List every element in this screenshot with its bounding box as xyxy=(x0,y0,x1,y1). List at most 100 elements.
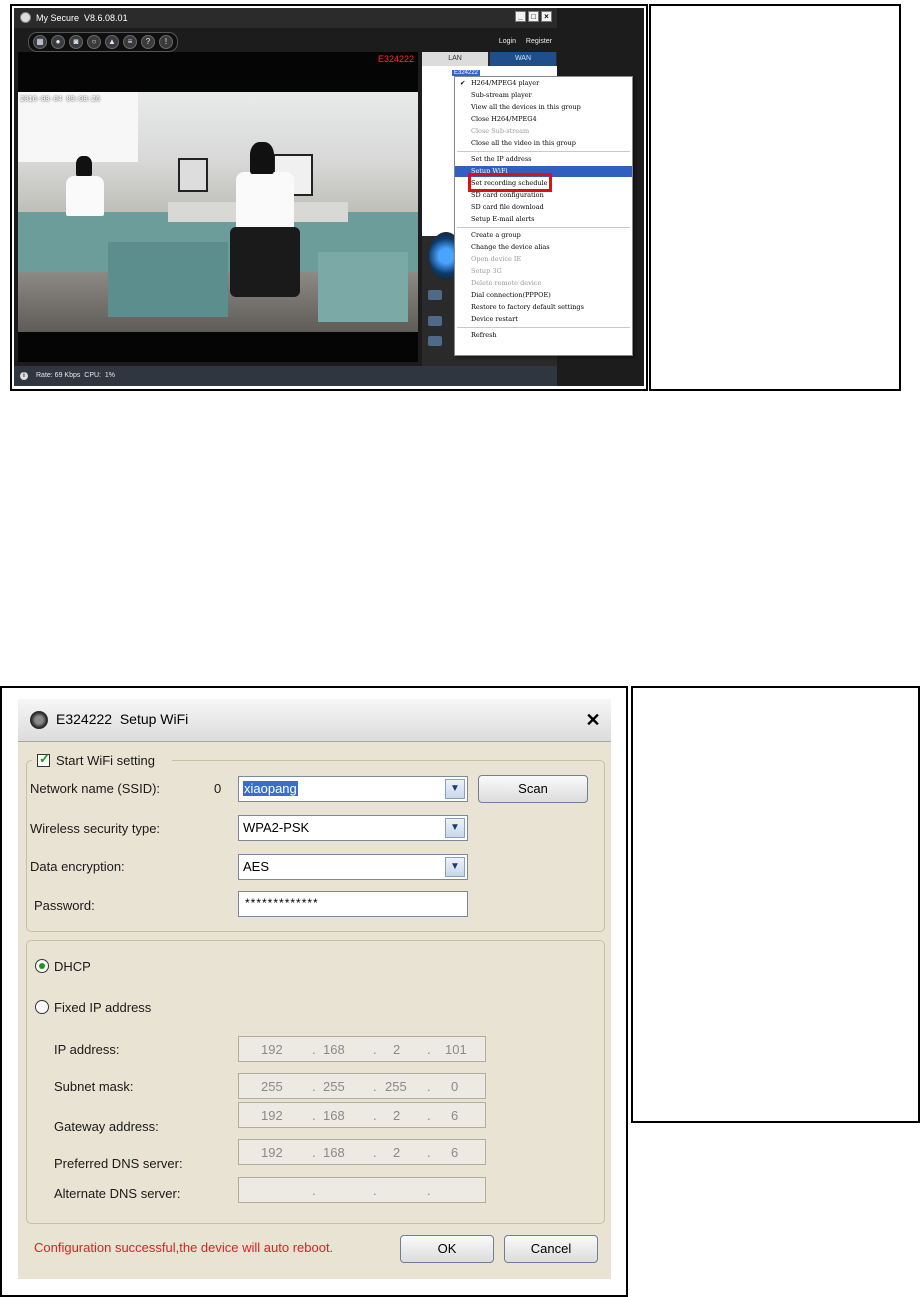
menu-item-label: H264/MPEG4 player xyxy=(471,79,540,87)
ip-octet-4: 101 xyxy=(445,1042,467,1057)
layout-icon[interactable]: ▦ xyxy=(33,35,47,49)
security-type-select[interactable]: WPA2-PSK ▼ xyxy=(238,815,468,841)
ip-octet-2: 168 xyxy=(323,1042,345,1057)
ip-address-field[interactable]: 192. 168. 2. 101 xyxy=(238,1036,486,1062)
dhcp-radio[interactable] xyxy=(35,959,49,973)
pref-dns-octet-2: 168 xyxy=(323,1145,345,1160)
menu-item[interactable]: ✔ H264/MPEG4 player xyxy=(455,78,632,89)
device-id-label: E324222 xyxy=(378,54,415,64)
menu-item: Delete remote device xyxy=(455,278,632,289)
app-title: My Secure xyxy=(36,13,80,23)
menu-item: Close Sub-stream xyxy=(455,126,632,137)
menu-item: Open device IE xyxy=(455,254,632,265)
cancel-button[interactable]: Cancel xyxy=(504,1235,598,1263)
menu-item[interactable]: Change the device alias xyxy=(455,242,632,253)
annotation-highlight xyxy=(468,173,552,192)
lock-icon[interactable]: ▲ xyxy=(105,35,119,49)
app-version: V8.6.08.01 xyxy=(84,13,128,23)
ok-button[interactable]: OK xyxy=(400,1235,494,1263)
menu-item[interactable]: Sub-stream player xyxy=(455,90,632,101)
tab-lan[interactable]: LAN xyxy=(422,52,488,66)
ssid-combo[interactable]: xiaopang ▼ xyxy=(238,776,468,802)
status-info-icon: i xyxy=(20,372,28,380)
menu-item[interactable]: Restore to factory default settings xyxy=(455,302,632,313)
gateway-octet-3: 2 xyxy=(393,1108,401,1123)
camera-feed-image: 2016-08-04 09:08:26 xyxy=(18,92,418,332)
close-icon[interactable]: ✕ xyxy=(583,711,603,731)
search-icon[interactable]: ○ xyxy=(87,35,101,49)
record-icon[interactable]: ● xyxy=(51,35,65,49)
gateway-octet-4: 6 xyxy=(451,1108,459,1123)
scan-button[interactable]: Scan xyxy=(478,775,588,803)
gateway-label: Gateway address: xyxy=(54,1119,159,1134)
subnet-octet-2: 255 xyxy=(323,1079,345,1094)
password-field[interactable]: ************* xyxy=(238,891,468,917)
subnet-octet-3: 255 xyxy=(385,1079,407,1094)
cabinet-right xyxy=(318,252,408,322)
help-icon[interactable]: ? xyxy=(141,35,155,49)
pref-dns-octet-1: 192 xyxy=(261,1145,283,1160)
pref-dns-octet-3: 2 xyxy=(393,1145,401,1160)
gateway-octet-1: 192 xyxy=(261,1108,283,1123)
encryption-label: Data encryption: xyxy=(30,859,125,874)
preferred-dns-field[interactable]: 192. 168. 2. 6 xyxy=(238,1139,486,1165)
info-icon[interactable]: ! xyxy=(159,35,173,49)
menu-item[interactable]: View all the devices in this group xyxy=(455,102,632,113)
person-1-shirt xyxy=(236,172,294,232)
ssid-value: xiaopang xyxy=(243,781,298,796)
toolbar: ▦ ● ◙ ○ ▲ ≡ ? ! xyxy=(28,32,178,52)
menu-item-label: Delete remote device xyxy=(471,279,542,287)
chevron-down-icon[interactable]: ▼ xyxy=(445,779,465,799)
encryption-select[interactable]: AES ▼ xyxy=(238,854,468,880)
chevron-down-icon[interactable]: ▼ xyxy=(445,818,465,838)
menu-item[interactable]: Device restart xyxy=(455,314,632,325)
chevron-down-icon[interactable]: ▼ xyxy=(445,857,465,877)
menu-separator xyxy=(457,151,630,152)
status-rate: Rate: 69 Kbps xyxy=(36,372,81,379)
preferred-dns-label: Preferred DNS server: xyxy=(54,1156,183,1171)
gateway-field[interactable]: 192. 168. 2. 6 xyxy=(238,1102,486,1128)
title-bar: My Secure V8.6.08.01 _ □ × xyxy=(14,8,557,28)
menu-item[interactable]: Dial connection(PPPOE) xyxy=(455,290,632,301)
register-link[interactable]: Register xyxy=(526,38,552,45)
ip-octet-3: 2 xyxy=(393,1042,401,1057)
start-wifi-label: Start WiFi setting xyxy=(56,753,155,768)
alternate-dns-field[interactable]: ... xyxy=(238,1177,486,1203)
person-1-head xyxy=(250,142,274,174)
network-tabs: LAN WAN xyxy=(422,52,557,66)
person-2-shirt xyxy=(66,176,104,216)
dialog-title-bar: E324222 Setup WiFi ✕ xyxy=(18,699,611,742)
subnet-mask-label: Subnet mask: xyxy=(54,1079,134,1094)
swap-icon[interactable] xyxy=(428,316,442,326)
snapshot-icon[interactable] xyxy=(428,290,442,300)
note-box-1 xyxy=(649,4,901,391)
ssid-label: Network name (SSID): xyxy=(30,781,161,796)
menu-item-label: Create a group xyxy=(471,231,521,239)
menu-item[interactable]: Setup E-mail alerts xyxy=(455,214,632,225)
fixed-ip-radio[interactable] xyxy=(35,1000,49,1014)
minimize-button[interactable]: _ xyxy=(515,11,526,22)
person-2-head xyxy=(76,156,92,176)
menu-item-label: Restore to factory default settings xyxy=(471,303,584,311)
tab-wan[interactable]: WAN xyxy=(490,52,556,66)
menu-item[interactable]: Create a group xyxy=(455,230,632,241)
menu-item[interactable]: Close all the video in this group xyxy=(455,138,632,149)
close-button[interactable]: × xyxy=(541,11,552,22)
maximize-button[interactable]: □ xyxy=(528,11,539,22)
menu-item[interactable]: Refresh xyxy=(455,330,632,341)
menu-item-label: View all the devices in this group xyxy=(471,103,581,111)
menu-item[interactable]: Set the IP address xyxy=(455,154,632,165)
menu-item[interactable]: SD card file download xyxy=(455,202,632,213)
subnet-octet-1: 255 xyxy=(261,1079,283,1094)
list-icon[interactable]: ≡ xyxy=(123,35,137,49)
cabinet xyxy=(108,242,228,317)
start-wifi-checkbox[interactable]: ✓ xyxy=(37,751,50,767)
camera-icon[interactable]: ◙ xyxy=(69,35,83,49)
subnet-mask-field[interactable]: 255. 255. 255. 0 xyxy=(238,1073,486,1099)
status-cpu-value: 1% xyxy=(104,372,116,379)
dialog-title: E324222 Setup WiFi xyxy=(56,711,189,727)
login-link[interactable]: Login xyxy=(499,38,516,45)
play-icon[interactable] xyxy=(428,336,442,346)
chair xyxy=(230,227,300,297)
menu-item[interactable]: Close H264/MPEG4 xyxy=(455,114,632,125)
